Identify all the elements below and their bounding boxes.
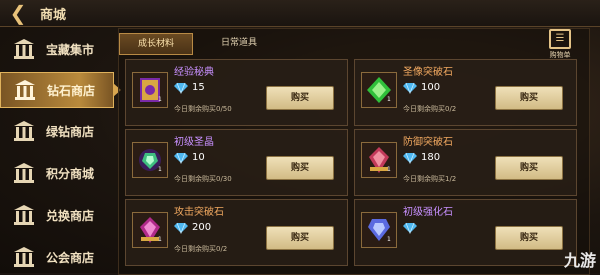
- diamond-icon: [403, 152, 417, 164]
- top-bar: ❮ 商城: [0, 0, 600, 27]
- shop-item-card: 1 防御突破石 180 今日剩余购买1/2 购买: [354, 129, 577, 196]
- buy-button[interactable]: 购买: [266, 226, 334, 250]
- diamond-icon: [403, 222, 417, 234]
- diamond-icon: [403, 82, 417, 94]
- attack-breakthrough-stone-icon: [132, 212, 168, 248]
- sidebar-item-points-mall[interactable]: 积分商城: [0, 156, 112, 190]
- shop-stall-icon: [14, 39, 34, 59]
- back-button[interactable]: ❮: [6, 2, 30, 24]
- tab-growth-materials[interactable]: 成长材料: [119, 33, 193, 55]
- shopping-list-icon: ☰: [549, 29, 571, 49]
- item-name: 圣像突破石: [403, 67, 453, 78]
- item-price: 10: [192, 152, 205, 163]
- item-price: 15: [192, 82, 205, 93]
- shopping-list-button[interactable]: ☰ 购物单: [543, 29, 577, 59]
- shop-stall-icon: [14, 247, 34, 267]
- shop-stall-icon: [14, 205, 34, 225]
- page-title: 商城: [40, 8, 67, 23]
- sidebar-item-label: 钻石商店: [47, 84, 96, 98]
- statue-breakthrough-stone-icon: [361, 72, 397, 108]
- holy-crystal-icon: [132, 142, 168, 178]
- shop-panel: 成长材料 日常道具 ☰ 购物单 1 经验秘典 15 今日剩余购买0/50 购买 …: [118, 28, 590, 275]
- item-quantity: 1: [387, 96, 391, 103]
- sidebar-item-treasure-market[interactable]: 宝藏集市: [0, 32, 112, 66]
- item-name: 初级强化石: [403, 207, 453, 218]
- shop-item-card: 1 圣像突破石 100 今日剩余购买0/2 购买: [354, 59, 577, 126]
- shop-stall-icon: [14, 121, 34, 141]
- shop-item-card: 1 经验秘典 15 今日剩余购买0/50 购买: [125, 59, 348, 126]
- sidebar: 宝藏集市 钻石商店 绿钻商店 积分商城 兑换商店 公会商店: [0, 28, 121, 274]
- purchase-limit: 今日剩余购买0/2: [403, 105, 457, 113]
- defense-breakthrough-stone-icon: [361, 142, 397, 178]
- sidebar-item-label: 宝藏集市: [46, 43, 95, 57]
- buy-button[interactable]: 购买: [266, 156, 334, 180]
- enhancement-stone-icon: [361, 212, 397, 248]
- buy-button[interactable]: 购买: [266, 86, 334, 110]
- buy-button[interactable]: 购买: [495, 226, 563, 250]
- shop-item-card: 1 初级圣晶 10 今日剩余购买0/30 购买: [125, 129, 348, 196]
- sidebar-item-label: 积分商城: [46, 167, 95, 181]
- purchase-limit: 今日剩余购买1/2: [403, 175, 457, 183]
- sidebar-item-label: 绿钻商店: [46, 125, 95, 139]
- item-name: 防御突破石: [403, 137, 453, 148]
- shop-item-card: 1 攻击突破石 200 今日剩余购买0/2 购买: [125, 199, 348, 266]
- diamond-icon: [174, 222, 188, 234]
- item-name: 经验秘典: [174, 67, 214, 78]
- diamond-icon: [174, 152, 188, 164]
- item-price: 100: [421, 82, 441, 93]
- item-price: 200: [192, 222, 212, 233]
- item-quantity: 1: [387, 236, 391, 243]
- item-name: 初级圣晶: [174, 137, 214, 148]
- diamond-icon: [174, 82, 188, 94]
- purchase-limit: 今日剩余购买0/50: [174, 105, 232, 113]
- site-watermark: 九游: [563, 251, 596, 270]
- sidebar-item-green-diamond-shop[interactable]: 绿钻商店: [0, 114, 112, 148]
- sidebar-item-label: 兑换商店: [46, 209, 95, 223]
- exp-tome-icon: [132, 72, 168, 108]
- buy-button[interactable]: 购买: [495, 156, 563, 180]
- item-price: 180: [421, 152, 441, 163]
- sidebar-item-guild-shop[interactable]: 公会商店: [0, 240, 112, 274]
- shop-stall-icon: [14, 163, 34, 183]
- sidebar-item-label: 公会商店: [46, 251, 95, 265]
- item-quantity: 1: [158, 96, 162, 103]
- shop-stall-icon: [15, 80, 35, 100]
- sidebar-item-diamond-shop[interactable]: 钻石商店: [0, 72, 121, 108]
- shop-item-card: 1 初级强化石 购买: [354, 199, 577, 266]
- item-quantity: 1: [158, 236, 162, 243]
- tab-daily-items[interactable]: 日常道具: [204, 33, 274, 53]
- purchase-limit: 今日剩余购买0/2: [174, 245, 228, 253]
- sidebar-item-exchange-shop[interactable]: 兑换商店: [0, 198, 112, 232]
- item-quantity: 1: [158, 166, 162, 173]
- buy-button[interactable]: 购买: [495, 86, 563, 110]
- item-name: 攻击突破石: [174, 207, 224, 218]
- item-quantity: 1: [387, 166, 391, 173]
- purchase-limit: 今日剩余购买0/30: [174, 175, 232, 183]
